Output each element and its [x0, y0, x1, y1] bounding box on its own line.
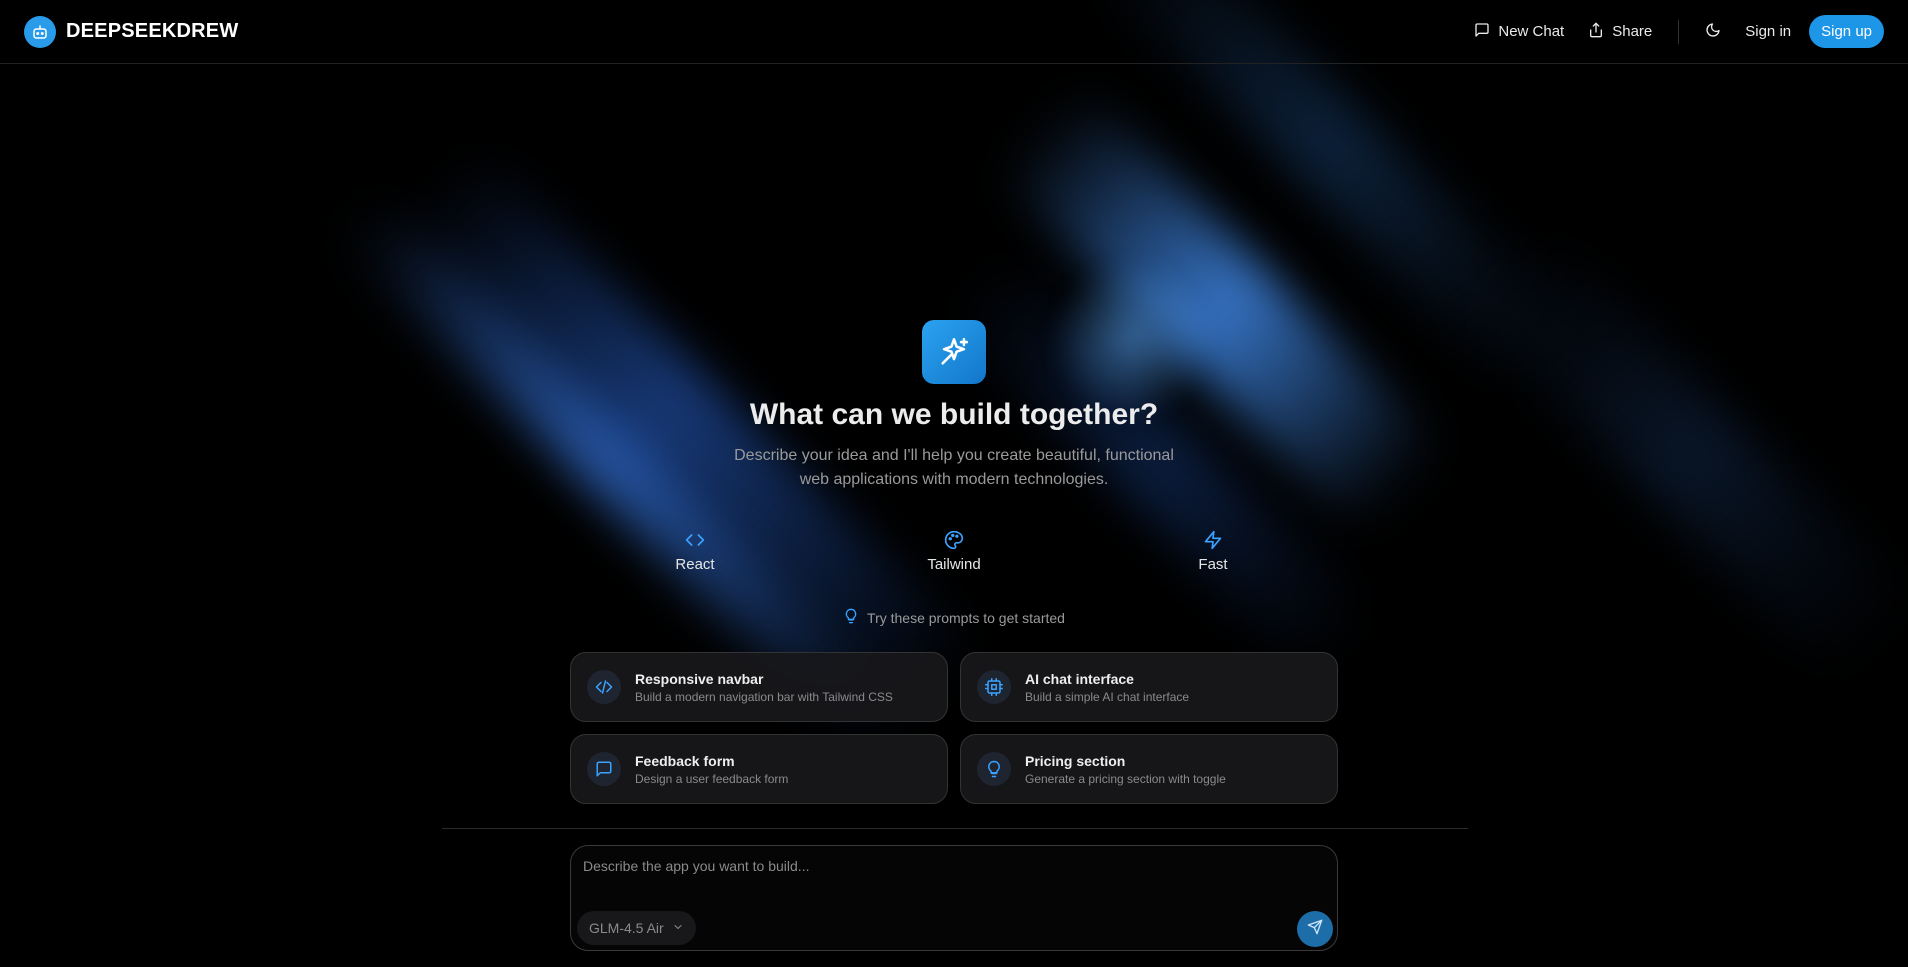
- card-title: Pricing section: [1025, 752, 1126, 769]
- top-header: DEEPSEEKDREW New Chat Share Sign in Sign…: [0, 0, 1908, 64]
- code-icon: [587, 670, 621, 704]
- send-button[interactable]: [1297, 911, 1333, 947]
- palette-icon: [854, 530, 1054, 552]
- moon-icon: [1705, 22, 1721, 42]
- prompts-hint: Try these prompts to get started: [0, 608, 1908, 627]
- card-title: AI chat interface: [1025, 670, 1134, 687]
- send-icon: [1307, 919, 1323, 940]
- sparkles-icon: [922, 320, 986, 384]
- code-icon: [595, 530, 795, 552]
- tech-fast: Fast: [1113, 530, 1313, 573]
- card-description: Build a modern navigation bar with Tailw…: [635, 689, 893, 704]
- model-selector[interactable]: GLM-4.5 Air: [577, 911, 696, 945]
- share-icon: [1588, 22, 1604, 42]
- prompt-composer: GLM-4.5 Air: [570, 845, 1338, 951]
- lightning-icon: [1113, 530, 1313, 552]
- share-button[interactable]: Share: [1576, 16, 1664, 48]
- brand[interactable]: DEEPSEEKDREW: [24, 15, 239, 48]
- robot-logo-icon: [24, 15, 56, 48]
- composer-divider: [442, 828, 1468, 829]
- card-title: Responsive navbar: [635, 670, 764, 687]
- hero-title: What can we build together?: [749, 398, 1159, 431]
- tech-label: Tailwind: [927, 556, 981, 573]
- lightbulb-icon: [977, 752, 1011, 786]
- card-description: Build a simple AI chat interface: [1025, 689, 1190, 704]
- message-icon: [587, 752, 621, 786]
- new-chat-button[interactable]: New Chat: [1462, 16, 1576, 48]
- sign-in-button[interactable]: Sign in: [1733, 17, 1803, 46]
- tech-react: React: [595, 530, 795, 573]
- message-square-icon: [1474, 22, 1490, 42]
- prompt-card-pricing-section[interactable]: Pricing section Generate a pricing secti…: [960, 734, 1338, 804]
- card-title: Feedback form: [635, 752, 735, 769]
- prompt-card-responsive-navbar[interactable]: Responsive navbar Build a modern navigat…: [570, 652, 948, 722]
- prompt-card-feedback-form[interactable]: Feedback form Design a user feedback for…: [570, 734, 948, 804]
- prompt-input[interactable]: [583, 858, 1323, 898]
- app-name: DEEPSEEKDREW: [66, 20, 239, 42]
- new-chat-label: New Chat: [1498, 23, 1565, 40]
- lightbulb-icon: [843, 608, 859, 627]
- tech-tailwind: Tailwind: [854, 530, 1054, 573]
- model-label: GLM-4.5 Air: [589, 920, 664, 936]
- chevron-down-icon: [672, 920, 684, 936]
- share-label: Share: [1612, 23, 1653, 40]
- nav-divider: [1678, 19, 1680, 44]
- card-description: Generate a pricing section with toggle: [1025, 771, 1226, 786]
- hero-subtitle: Describe your idea and I'll help you cre…: [734, 447, 1174, 488]
- tech-label: Fast: [1198, 556, 1228, 573]
- prompt-card-ai-chat-interface[interactable]: AI chat interface Build a simple AI chat…: [960, 652, 1338, 722]
- sign-up-button[interactable]: Sign up: [1809, 15, 1884, 48]
- theme-toggle-button[interactable]: [1693, 16, 1733, 48]
- card-description: Design a user feedback form: [635, 771, 789, 786]
- hint-text: Try these prompts to get started: [867, 609, 1065, 626]
- cpu-icon: [977, 670, 1011, 704]
- tech-label: React: [675, 556, 715, 573]
- header-nav: New Chat Share Sign in Sign up: [1462, 15, 1884, 48]
